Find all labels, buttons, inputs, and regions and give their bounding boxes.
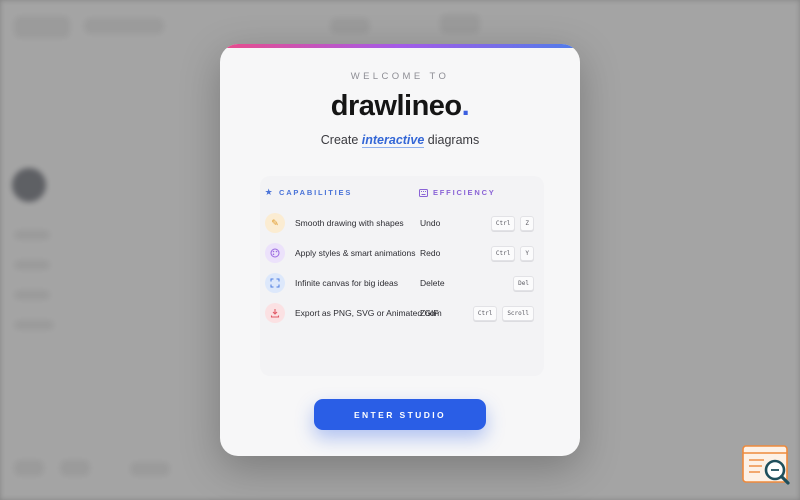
tagline-suffix: diagrams xyxy=(427,133,480,147)
shortcut-name: Delete xyxy=(420,278,445,288)
expand-icon xyxy=(265,273,285,293)
brand-logo: drawlineo. xyxy=(220,90,580,123)
brand-dot: . xyxy=(461,90,470,122)
tagline: Create interactive diagrams xyxy=(220,133,580,148)
key-cap: Del xyxy=(513,275,534,291)
tagline-highlight: interactive xyxy=(361,133,425,148)
shortcut-zoom: Zoom Ctrl Scroll xyxy=(420,305,534,321)
shortcut-name: Redo xyxy=(420,248,441,258)
capabilities-heading: ★ CAPABILITIES xyxy=(264,187,353,197)
download-icon xyxy=(265,303,285,323)
star-icon: ★ xyxy=(264,187,275,197)
feature-item: Apply styles & smart animations xyxy=(265,243,415,263)
welcome-label: WELCOME TO xyxy=(350,71,450,82)
capabilities-heading-label: CAPABILITIES xyxy=(279,188,353,197)
shortcut-redo: Redo Ctrl Y xyxy=(420,245,534,261)
corner-logo-icon xyxy=(742,444,792,488)
shortcut-name: Zoom xyxy=(420,308,442,318)
feature-label: Infinite canvas for big ideas xyxy=(295,278,399,288)
gradient-accent-bar xyxy=(220,44,580,48)
efficiency-heading-label: EFFICIENCY xyxy=(433,188,496,197)
key-cap: Scroll xyxy=(502,305,534,321)
keyboard-icon xyxy=(419,188,428,197)
shortcut-undo: Undo Ctrl Z xyxy=(420,215,534,231)
efficiency-heading: EFFICIENCY xyxy=(419,188,496,197)
feature-item: Infinite canvas for big ideas xyxy=(265,273,398,293)
feature-item: ✎ Smooth drawing with shapes xyxy=(265,213,404,233)
key-cap: Ctrl xyxy=(472,305,498,321)
palette-icon xyxy=(265,243,285,263)
key-cap: Ctrl xyxy=(490,245,516,261)
shortcut-name: Undo xyxy=(420,218,441,228)
pencil-icon: ✎ xyxy=(265,213,285,233)
brand-name: drawlineo xyxy=(330,90,462,122)
feature-item: Export as PNG, SVG or Animated GIF xyxy=(265,303,439,323)
feature-label: Smooth drawing with shapes xyxy=(295,218,404,228)
welcome-modal: WELCOME TO drawlineo. Create interactive… xyxy=(220,44,580,456)
shortcut-delete: Delete Del xyxy=(420,275,534,291)
enter-studio-button[interactable]: ENTER STUDIO xyxy=(314,399,486,430)
key-cap: Y xyxy=(520,245,534,261)
tagline-prefix: Create xyxy=(320,133,359,147)
feature-label: Export as PNG, SVG or Animated GIF xyxy=(295,308,439,318)
feature-label: Apply styles & smart animations xyxy=(295,248,416,258)
key-cap: Ctrl xyxy=(490,215,516,231)
key-cap: Z xyxy=(520,215,534,231)
